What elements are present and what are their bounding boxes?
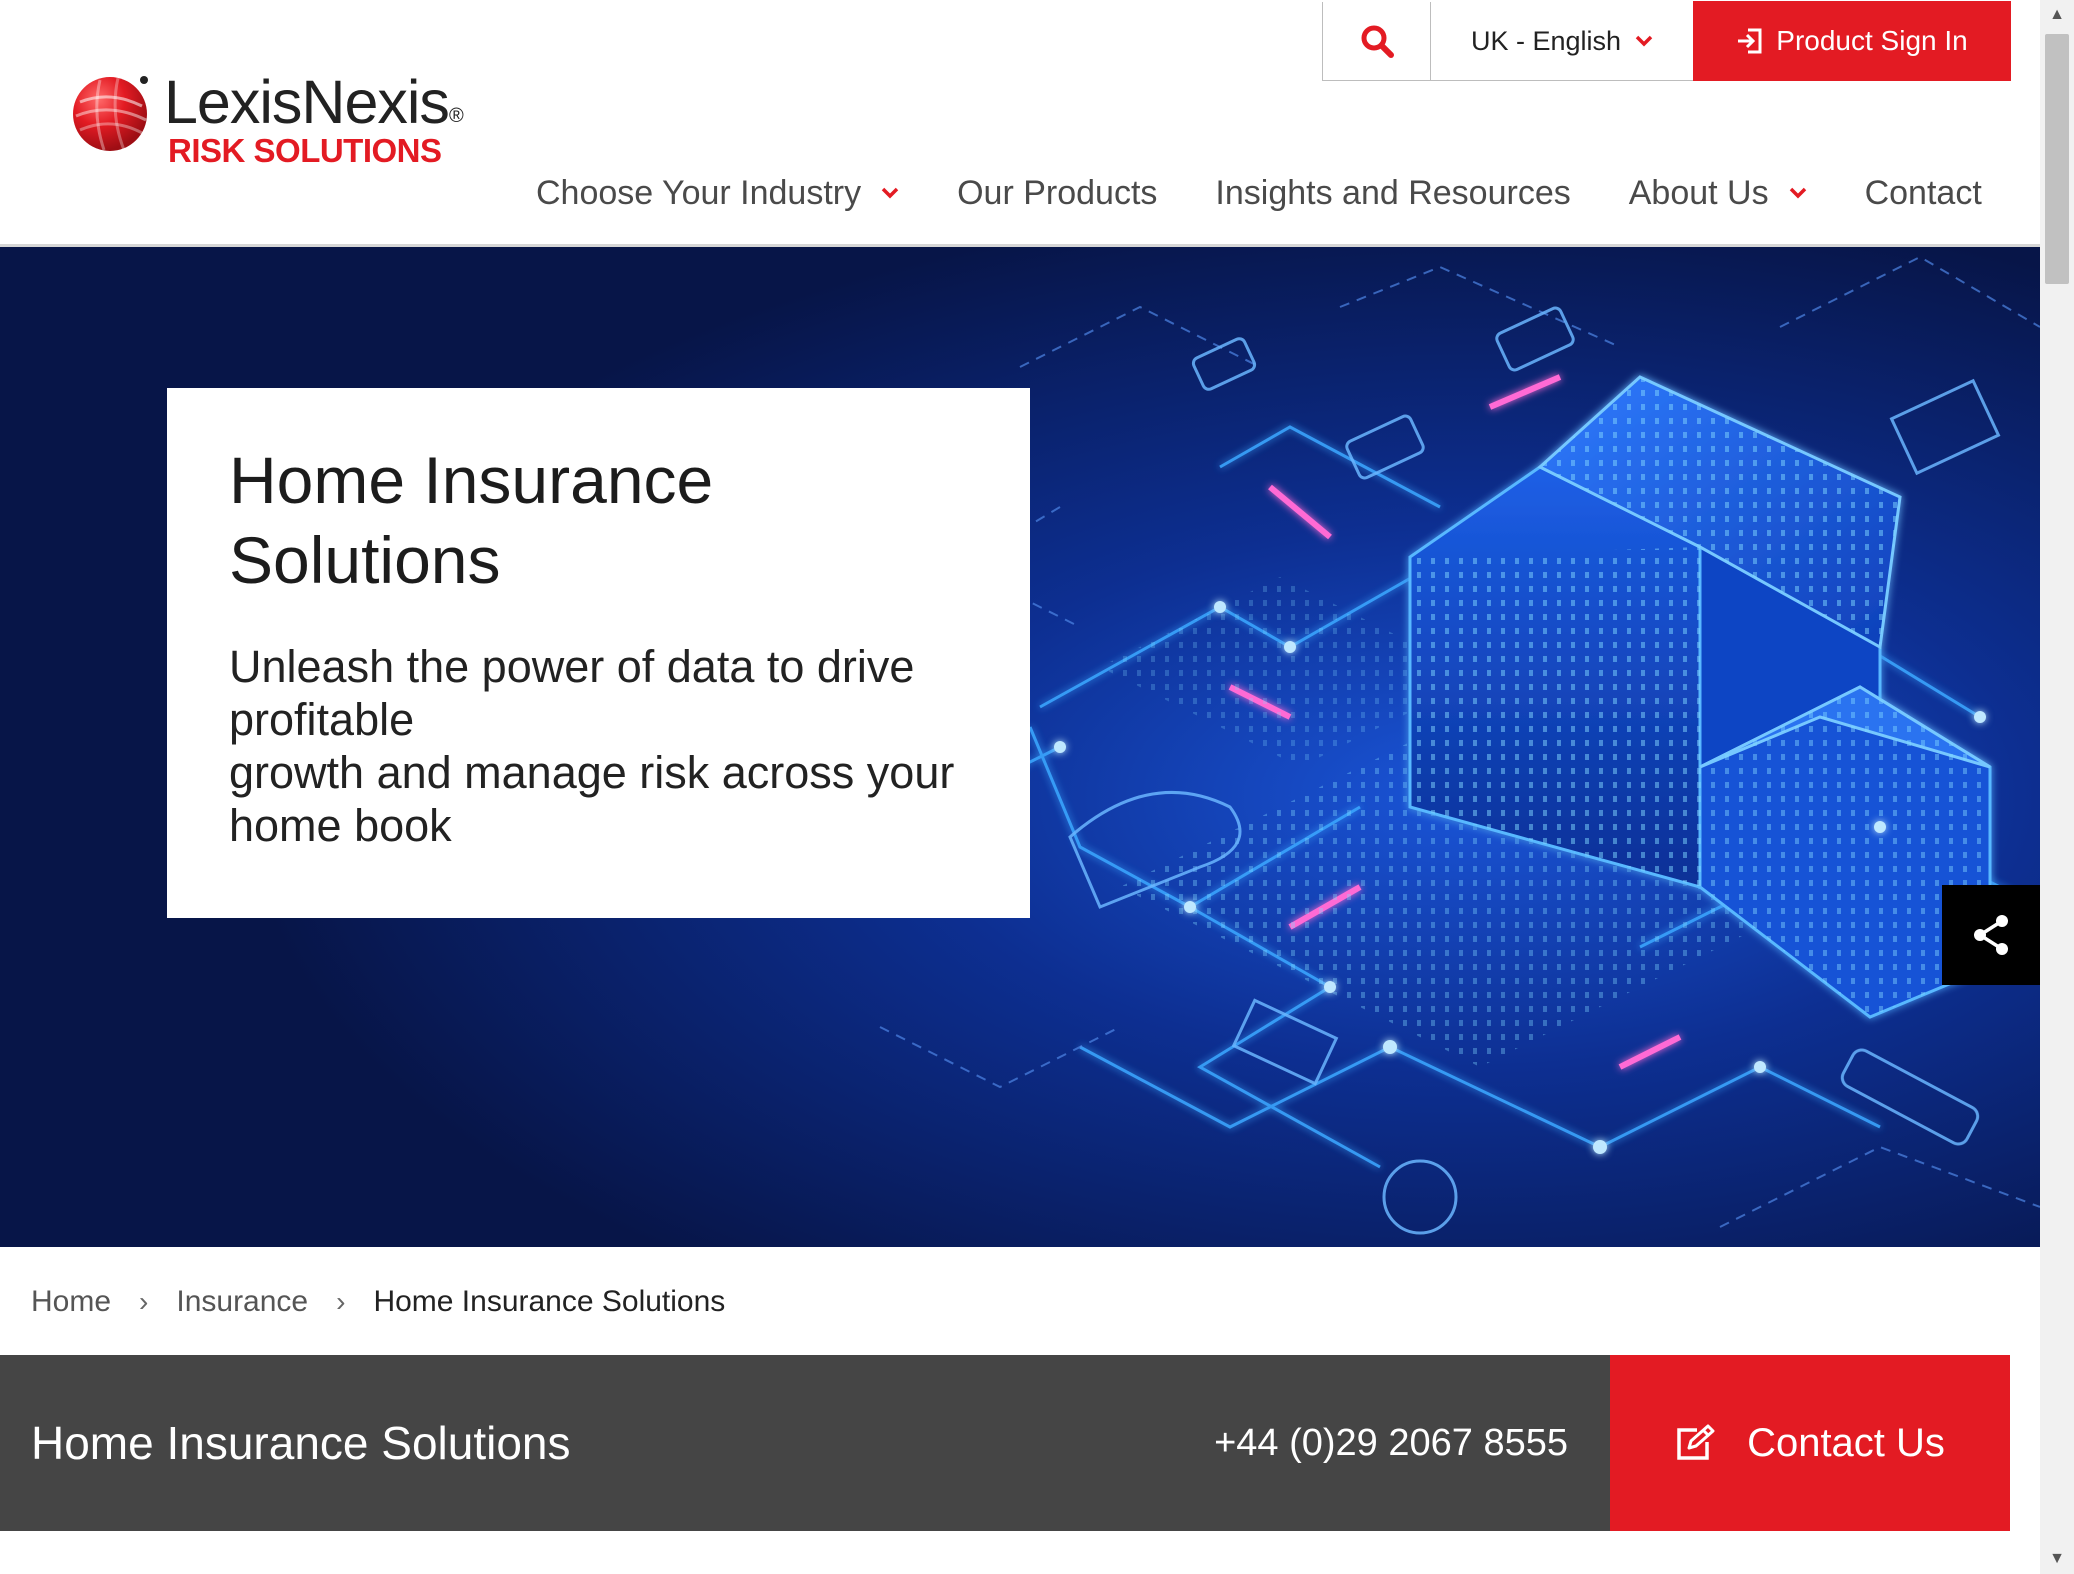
nav-label: Contact <box>1864 173 1982 212</box>
hero-title: Home Insurance Solutions <box>229 443 714 597</box>
share-button[interactable] <box>1942 885 2040 985</box>
chevron-down-icon <box>1635 35 1653 47</box>
nav-about-us[interactable]: About Us <box>1629 174 1807 213</box>
lexisnexis-logo[interactable]: LexisNexis® RISK SOLUTIONS <box>70 66 470 176</box>
search-icon <box>1361 25 1394 58</box>
breadcrumb-current: Home Insurance Solutions <box>373 1285 726 1318</box>
share-icon <box>1974 915 2008 955</box>
main-nav: Choose Your Industry Our Products Insigh… <box>536 166 1982 220</box>
nav-label: Choose Your Industry <box>536 173 862 212</box>
breadcrumb-insurance[interactable]: Insurance <box>176 1285 308 1319</box>
edit-icon <box>1677 1424 1715 1460</box>
sign-in-label: Product Sign In <box>1776 25 1968 56</box>
contact-us-button[interactable]: Contact Us <box>1610 1355 2010 1531</box>
scroll-up-arrow[interactable]: ▲ <box>2040 0 2074 30</box>
nav-insights-and-resources[interactable]: Insights and Resources <box>1215 174 1570 213</box>
contact-bar-title: Home Insurance Solutions <box>31 1417 571 1469</box>
nav-label: Our Products <box>957 173 1158 212</box>
language-selector[interactable]: UK - English <box>1431 2 1693 80</box>
chevron-down-icon <box>1789 187 1807 199</box>
scrollbar-thumb[interactable] <box>2045 34 2069 284</box>
site-header: LexisNexis® RISK SOLUTIONS UK - English … <box>0 0 2040 247</box>
logo-sphere-icon <box>73 76 148 151</box>
breadcrumb-separator: › <box>336 1286 346 1317</box>
hero-banner: Home Insurance Solutions Unleash the pow… <box>0 247 2040 1247</box>
breadcrumb: Home › Insurance › Home Insurance Soluti… <box>31 1280 725 1324</box>
chevron-down-icon <box>881 187 899 199</box>
hero-subtitle-line-1: Unleash the power of data to drive profi… <box>229 641 915 745</box>
hero-subtitle: Unleash the power of data to drive profi… <box>229 640 970 852</box>
hero-card: Home Insurance Solutions Unleash the pow… <box>167 388 1030 918</box>
nav-contact[interactable]: Contact <box>1865 174 1982 213</box>
page-scrollbar[interactable]: ▲ ▼ <box>2040 0 2074 1574</box>
contact-bar: Home Insurance Solutions +44 (0)29 2067 … <box>0 1355 2010 1531</box>
sign-in-icon <box>1738 28 1762 54</box>
breadcrumb-home[interactable]: Home <box>31 1285 111 1319</box>
utility-bar: UK - English Product Sign In <box>1322 1 2011 81</box>
hero-subtitle-line-2: growth and manage risk across your home … <box>229 747 955 851</box>
contact-us-label: Contact Us <box>1747 1420 1945 1465</box>
nav-choose-your-industry[interactable]: Choose Your Industry <box>536 174 899 213</box>
nav-our-products[interactable]: Our Products <box>957 174 1157 213</box>
nav-label: About Us <box>1628 173 1769 212</box>
product-sign-in-button[interactable]: Product Sign In <box>1693 1 2011 81</box>
scroll-down-arrow[interactable]: ▼ <box>2040 1544 2074 1574</box>
logo-tagline: RISK SOLUTIONS <box>168 132 442 169</box>
search-button[interactable] <box>1323 2 1431 80</box>
phone-number[interactable]: +44 (0)29 2067 8555 <box>1214 1355 1568 1531</box>
breadcrumb-separator: › <box>139 1286 149 1317</box>
language-label: UK - English <box>1470 25 1622 56</box>
logo-wordmark: LexisNexis® <box>164 68 464 136</box>
nav-label: Insights and Resources <box>1215 173 1571 212</box>
